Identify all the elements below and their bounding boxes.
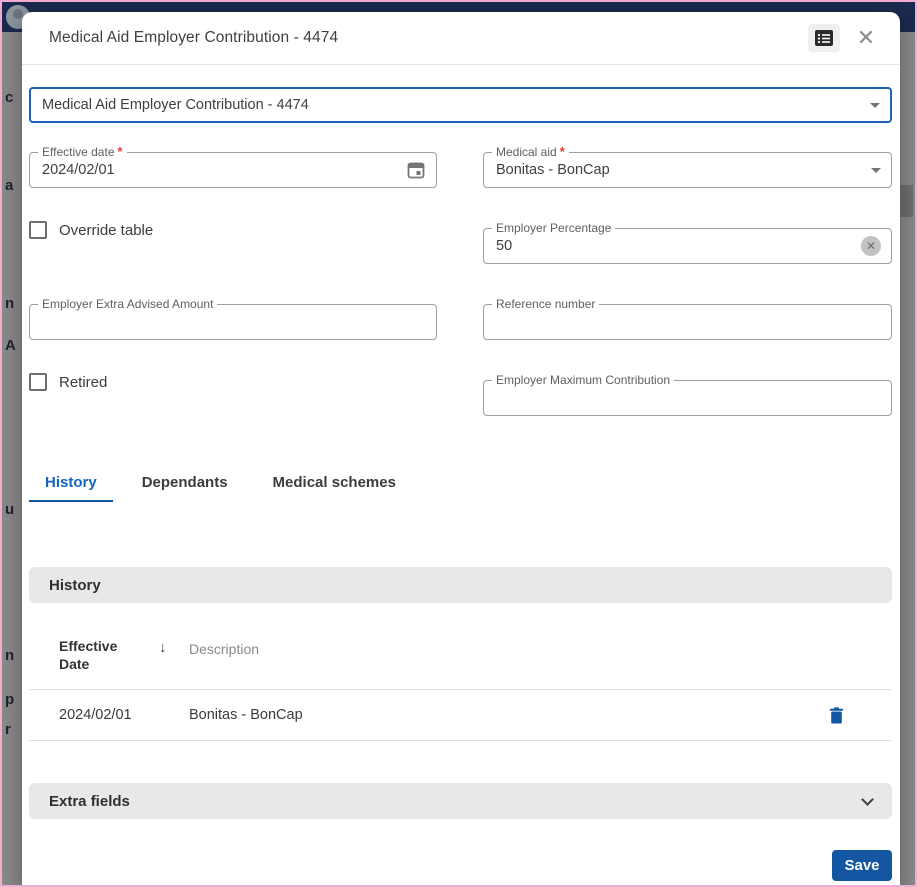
employer-extra-advised-amount-label: Employer Extra Advised Amount xyxy=(42,297,214,311)
save-button[interactable]: Save xyxy=(832,850,892,881)
close-icon: ✕ xyxy=(856,25,876,50)
delete-row-button[interactable] xyxy=(818,699,854,731)
trash-icon xyxy=(829,706,844,724)
medical-aid-select[interactable]: Medical aid * Bonitas - BonCap xyxy=(483,145,892,188)
history-table-header: Effective Date ↓ Description xyxy=(29,625,892,689)
background-text-fragment: n xyxy=(5,295,15,312)
employer-extra-advised-amount-field[interactable]: Employer Extra Advised Amount xyxy=(29,297,437,340)
background-text-fragment: a xyxy=(5,177,14,194)
list-icon xyxy=(814,29,834,47)
table-row[interactable]: 2024/02/01 Bonitas - BonCap xyxy=(29,690,892,740)
employer-percentage-label: Employer Percentage xyxy=(496,221,612,235)
background-scrollbar xyxy=(899,185,913,217)
retired-checkbox[interactable]: Retired xyxy=(29,373,107,391)
column-header-description: Description xyxy=(189,641,260,657)
component-type-value: Medical Aid Employer Contribution - 4474 xyxy=(42,97,309,113)
reference-number-field[interactable]: Reference number xyxy=(483,297,892,340)
reference-number-label: Reference number xyxy=(496,297,596,311)
history-section-header: History xyxy=(29,567,892,603)
clear-button[interactable]: ✕ xyxy=(861,236,881,256)
row-description: Bonitas - BonCap xyxy=(189,707,303,723)
effective-date-field[interactable]: Effective date * 2024/02/01 xyxy=(29,145,437,188)
tab-medical-schemes[interactable]: Medical schemes xyxy=(257,464,412,502)
effective-date-value: 2024/02/01 xyxy=(42,162,115,178)
override-table-label: Override table xyxy=(59,221,154,239)
chevron-down-icon xyxy=(861,792,874,806)
override-table-checkbox[interactable]: Override table xyxy=(29,221,153,239)
extra-fields-label: Extra fields xyxy=(49,792,130,810)
required-asterisk: * xyxy=(117,144,123,159)
required-asterisk: * xyxy=(559,144,565,159)
retired-label: Retired xyxy=(59,373,108,391)
extra-fields-accordion[interactable]: Extra fields xyxy=(29,783,892,819)
background-text-fragment: n xyxy=(5,647,15,664)
chevron-down-icon xyxy=(870,102,880,108)
employer-percentage-value: 50 xyxy=(496,238,513,254)
employer-maximum-contribution-label: Employer Maximum Contribution xyxy=(496,373,671,387)
effective-date-label: Effective date xyxy=(42,145,115,159)
background-text-fragment: p xyxy=(5,691,15,708)
tab-history[interactable]: History xyxy=(29,464,113,502)
audit-trail-button[interactable] xyxy=(808,24,840,52)
dialog-titlebar: Medical Aid Employer Contribution - 4474… xyxy=(22,12,900,64)
medical-aid-contribution-dialog: Medical Aid Employer Contribution - 4474… xyxy=(22,12,900,885)
tab-bar: History Dependants Medical schemes xyxy=(29,464,412,502)
background-text-fragment: u xyxy=(5,501,15,518)
medical-aid-value: Bonitas - BonCap xyxy=(496,162,610,178)
row-effective-date: 2024/02/01 xyxy=(59,707,132,723)
table-divider xyxy=(29,740,892,741)
history-section-title: History xyxy=(49,576,101,594)
screen: c a n Au n pr Medical Aid Employer Contributi… xyxy=(0,0,917,887)
chevron-down-icon xyxy=(871,167,881,173)
history-table: Effective Date ↓ Description 2024/02/01 … xyxy=(29,625,892,741)
titlebar-divider xyxy=(22,64,900,65)
sort-desc-icon[interactable]: ↓ xyxy=(159,639,189,656)
close-button[interactable]: ✕ xyxy=(850,24,882,52)
checkbox-icon xyxy=(29,373,47,391)
calendar-icon[interactable] xyxy=(406,160,426,180)
component-type-select[interactable]: Medical Aid Employer Contribution - 4474 xyxy=(29,87,892,123)
background-text-fragment: c xyxy=(5,89,14,106)
checkbox-icon xyxy=(29,221,47,239)
employer-percentage-field[interactable]: Employer Percentage 50 ✕ xyxy=(483,221,892,264)
clear-icon: ✕ xyxy=(865,239,877,253)
background-text-fragment: A xyxy=(5,337,16,354)
employer-maximum-contribution-field[interactable]: Employer Maximum Contribution xyxy=(483,373,892,416)
medical-aid-label: Medical aid xyxy=(496,145,557,159)
dialog-title: Medical Aid Employer Contribution - 4474 xyxy=(49,29,339,46)
background-text-fragment: r xyxy=(5,721,11,738)
tab-dependants[interactable]: Dependants xyxy=(126,464,244,502)
column-header-effective-date[interactable]: Effective Date xyxy=(59,637,151,673)
